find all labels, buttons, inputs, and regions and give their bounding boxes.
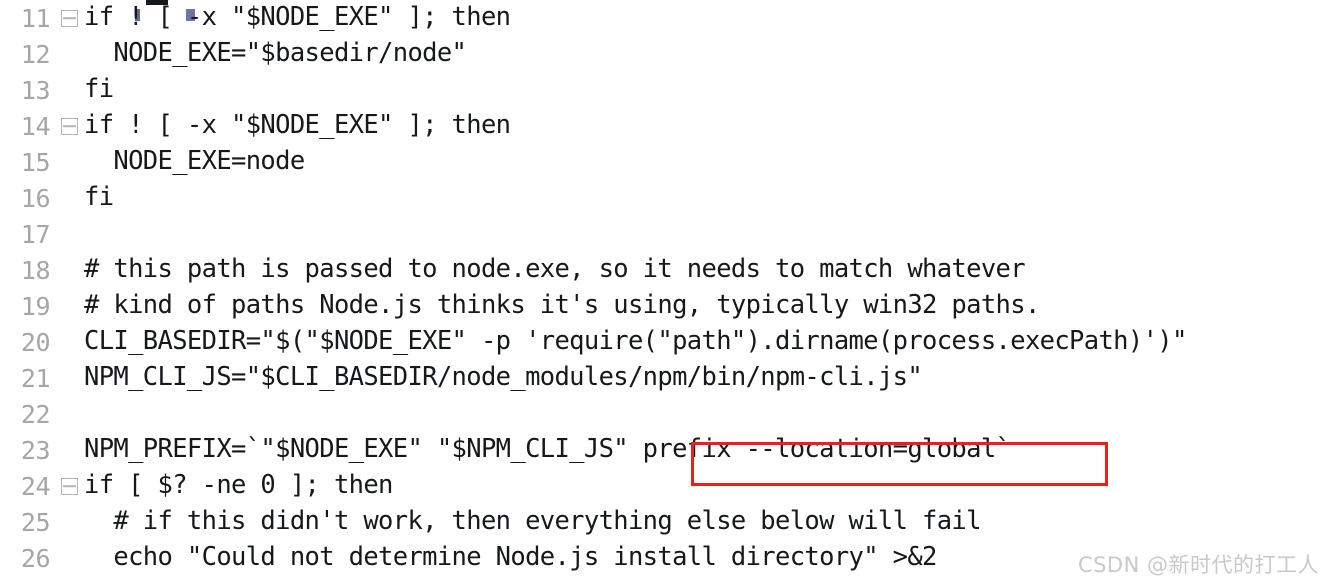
fold-spacer bbox=[56, 154, 82, 171]
line-number: 14 bbox=[20, 111, 51, 141]
fold-collapse-icon[interactable] bbox=[56, 117, 82, 135]
line-number: 24 bbox=[20, 471, 51, 501]
fold-box-placeholder bbox=[61, 550, 78, 567]
code-editor: 11 if ! [ -x "$NODE_EXE" ]; then 12 NODE_E… bbox=[0, 0, 1333, 585]
code-text: if ! [ -x "$NODE_EXE" ]; then bbox=[84, 110, 511, 141]
line-number: 20 bbox=[20, 327, 51, 357]
code-line-list: 11 if ! [ -x "$NODE_EXE" ]; then 12 NODE_E… bbox=[0, 0, 1333, 576]
line-number: 19 bbox=[20, 291, 51, 321]
fold-spacer bbox=[56, 298, 82, 315]
code-line[interactable]: 12 NODE_EXE="$basedir/node" bbox=[0, 36, 1333, 72]
line-number: 13 bbox=[20, 75, 51, 105]
code-text: # if this didn't work, then everything e… bbox=[84, 506, 981, 537]
fold-spacer bbox=[56, 46, 82, 63]
fold-spacer bbox=[56, 190, 82, 207]
code-line[interactable]: 11 if ! [ -x "$NODE_EXE" ]; then bbox=[0, 0, 1333, 36]
fold-spacer bbox=[56, 82, 82, 99]
fold-spacer bbox=[56, 550, 82, 567]
code-line[interactable]: 21 NPM_CLI_JS="$CLI_BASEDIR/node_modules/… bbox=[0, 360, 1333, 396]
fold-spacer bbox=[56, 370, 82, 387]
watermark: CSDN @新时代的打工人 bbox=[1077, 553, 1319, 577]
fold-spacer bbox=[56, 442, 82, 459]
fold-box-placeholder bbox=[61, 370, 78, 387]
line-number: 25 bbox=[20, 507, 51, 537]
fold-box-placeholder bbox=[61, 226, 78, 243]
fold-box-placeholder bbox=[61, 82, 78, 99]
line-number: 26 bbox=[20, 543, 51, 573]
fold-spacer bbox=[56, 334, 82, 351]
fold-spacer bbox=[56, 514, 82, 531]
code-line[interactable]: 16 fi bbox=[0, 180, 1333, 216]
line-number: 18 bbox=[20, 255, 51, 285]
code-text: if ! [ -x "$NODE_EXE" ]; then bbox=[84, 2, 511, 33]
code-text: NODE_EXE=node bbox=[84, 146, 305, 177]
code-text: fi bbox=[84, 74, 114, 105]
code-line[interactable]: 23 NPM_PREFIX=`"$NODE_EXE" "$NPM_CLI_JS" … bbox=[0, 432, 1333, 468]
code-text: CLI_BASEDIR="$("$NODE_EXE" -p 'require("… bbox=[84, 326, 1187, 357]
code-text: # this path is passed to node.exe, so it… bbox=[84, 254, 1026, 285]
fold-box-icon bbox=[60, 9, 78, 27]
fold-box-icon bbox=[60, 117, 78, 135]
fold-spacer bbox=[56, 226, 82, 243]
line-number: 21 bbox=[20, 363, 51, 393]
code-line[interactable]: 15 NODE_EXE=node bbox=[0, 144, 1333, 180]
fold-spacer bbox=[56, 262, 82, 279]
fold-box-placeholder bbox=[61, 442, 78, 459]
fold-box-placeholder bbox=[61, 334, 78, 351]
line-number: 12 bbox=[20, 39, 51, 69]
fold-box-placeholder bbox=[61, 262, 78, 279]
code-line[interactable]: 14 if ! [ -x "$NODE_EXE" ]; then bbox=[0, 108, 1333, 144]
code-text: echo "Could not determine Node.js instal… bbox=[84, 542, 937, 573]
code-line[interactable]: 19 # kind of paths Node.js thinks it's us… bbox=[0, 288, 1333, 324]
code-text: NODE_EXE="$basedir/node" bbox=[84, 38, 467, 69]
fold-collapse-icon[interactable] bbox=[56, 477, 82, 495]
line-number: 23 bbox=[20, 435, 51, 465]
code-line[interactable]: 17 bbox=[0, 216, 1333, 252]
code-text: # kind of paths Node.js thinks it's usin… bbox=[84, 290, 1040, 321]
fold-box-placeholder bbox=[61, 190, 78, 207]
fold-box-placeholder bbox=[61, 46, 78, 63]
line-number: 16 bbox=[20, 183, 51, 213]
line-number: 11 bbox=[20, 3, 51, 33]
code-line[interactable]: 13 fi bbox=[0, 72, 1333, 108]
code-line[interactable]: 25 # if this didn't work, then everythin… bbox=[0, 504, 1333, 540]
code-text: NPM_CLI_JS="$CLI_BASEDIR/node_modules/np… bbox=[84, 362, 923, 393]
line-number: 17 bbox=[20, 219, 51, 249]
fold-box-icon bbox=[60, 477, 78, 495]
fold-collapse-icon[interactable] bbox=[56, 9, 82, 27]
fold-box-placeholder bbox=[61, 514, 78, 531]
fold-box-placeholder bbox=[61, 406, 78, 423]
fold-spacer bbox=[56, 406, 82, 423]
fold-box-placeholder bbox=[61, 154, 78, 171]
code-text: if [ $? -ne 0 ]; then bbox=[84, 470, 393, 501]
code-line[interactable]: 24 if [ $? -ne 0 ]; then bbox=[0, 468, 1333, 504]
code-text: fi bbox=[84, 182, 114, 213]
code-text: NPM_PREFIX=`"$NODE_EXE" "$NPM_CLI_JS" pr… bbox=[84, 434, 1011, 465]
line-number: 22 bbox=[20, 399, 51, 429]
code-line[interactable]: 20 CLI_BASEDIR="$("$NODE_EXE" -p 'require… bbox=[0, 324, 1333, 360]
code-line[interactable]: 18 # this path is passed to node.exe, so … bbox=[0, 252, 1333, 288]
fold-box-placeholder bbox=[61, 298, 78, 315]
code-line[interactable]: 22 bbox=[0, 396, 1333, 432]
line-number: 15 bbox=[20, 147, 51, 177]
